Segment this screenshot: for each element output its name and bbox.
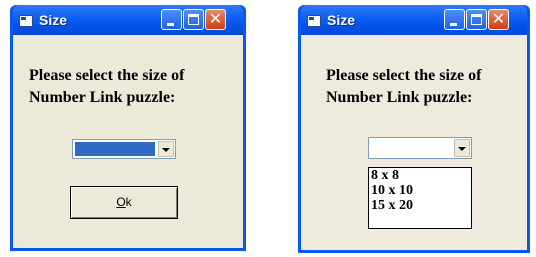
maximize-button[interactable] [183,9,204,30]
dropdown-option-10x10[interactable]: 10 x 10 [369,183,471,198]
title-bar[interactable]: Size ✕ [13,5,243,35]
maximize-icon [471,14,482,25]
window-title: Size [327,12,356,28]
title-bar[interactable]: Size ✕ [301,5,527,35]
combobox-value [75,142,155,156]
prompt-label: Please select the size of Number Link pu… [29,67,185,106]
ok-button-label-rest: k [125,195,132,209]
window-title: Size [39,12,68,28]
size-combobox[interactable] [72,139,176,159]
minimize-icon [450,23,457,26]
window-app-icon[interactable] [19,15,33,27]
prompt-label: Please select the size of Number Link pu… [326,67,482,106]
dialog-client-area: Please select the size of Number Link pu… [13,35,243,248]
size-dialog-right: Size ✕ Please select the size of Number … [298,5,530,253]
dialog-client-area: Please select the size of Number Link pu… [301,35,527,250]
minimize-icon [167,23,174,26]
dropdown-button[interactable] [158,141,174,157]
dropdown-arrow-icon [458,147,466,151]
dropdown-arrow-icon [162,148,170,152]
minimize-button[interactable] [444,9,465,30]
size-dropdown-list[interactable]: 8 x 8 10 x 10 15 x 20 [368,167,472,229]
window-app-icon[interactable] [307,15,321,27]
close-icon: ✕ [208,9,223,28]
ok-button[interactable]: Ok [70,186,178,219]
size-combobox[interactable] [368,137,472,159]
ok-button-accelerator: O [116,195,126,209]
combobox-value [371,140,451,154]
size-dialog-left: Size ✕ Please select the size of Number … [10,5,246,251]
dropdown-option-15x20[interactable]: 15 x 20 [369,198,471,213]
maximize-icon [188,14,199,25]
close-button[interactable]: ✕ [488,9,509,30]
close-button[interactable]: ✕ [205,9,226,30]
close-icon: ✕ [491,9,506,28]
dropdown-option-8x8[interactable]: 8 x 8 [369,168,471,183]
dropdown-button[interactable] [454,139,470,157]
maximize-button[interactable] [466,9,487,30]
minimize-button[interactable] [161,9,182,30]
